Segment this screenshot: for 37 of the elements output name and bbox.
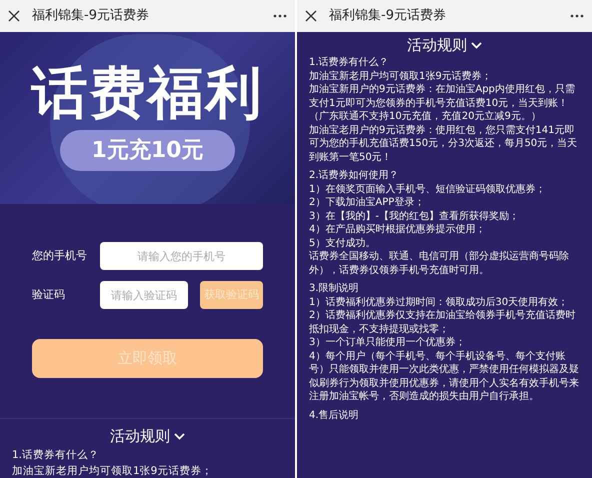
rule-text: 1）话费福利优惠券过期时间：领取成功后30天使用有效；	[309, 296, 570, 309]
field-label: 您的手机号	[32, 248, 88, 264]
rule-text: 2.话费券如何使用？	[309, 169, 400, 182]
field-label: 验证码	[32, 286, 66, 303]
more-icon[interactable]	[570, 14, 584, 18]
banner-headline: 话费福利	[32, 66, 264, 122]
page-title: 福利锦集-9元话费券	[32, 7, 150, 26]
rule-text: 1.话费券有什么？	[309, 56, 390, 70]
rule-text: 3）在【我的】-【我的红包】查看所获得奖励；	[309, 210, 520, 223]
rule-text: 加油宝新老用户均可领取1张9元话费券；	[309, 70, 493, 83]
claim-button[interactable]: 立即领取	[32, 339, 263, 378]
rule-text: 4）每个用户（每个手机号、每个手机设备号、每个支付账号）只能领取并使用一次此类优惠，严禁使用任何模拟器及疑似刷券行为领取并使用优惠券，请使用个人实名有效手机号来注册加油宝帐号，否则造成的损失由用户自行承担。	[309, 350, 580, 404]
rule-text: 3）一个订单只能使用一个优惠券；	[309, 336, 466, 350]
chevron-down-icon[interactable]	[471, 42, 482, 48]
rule-text: 1.话费券有什么？	[12, 448, 100, 463]
more-icon[interactable]	[273, 14, 287, 18]
code-input[interactable]: 请输入验证码	[100, 281, 188, 309]
rule-text: 话费券全国移动、联通、电信可用（部分虚拟运营商号码除外），话费券仅领券手机号充值时可用。	[309, 250, 570, 277]
rules-heading: 活动规则	[110, 426, 170, 447]
rule-text: 加油宝新用户的9元话费券：在加油宝App内使用红包，只需支付1元即可为您领券的手机号充值话费10元，当天到账！（广东联通不支持10元充值，充值20元立减9元。）	[309, 83, 576, 124]
rule-text: 2）话费福利优惠券仅支持在加油宝给领券手机号充值话费时抵扣现金，不支持提现或找零；	[309, 309, 576, 336]
rule-text: 3.限制说明	[309, 282, 360, 296]
rule-text: 加油宝新老用户均可领取1张9元话费券；	[12, 464, 214, 478]
page-title: 福利锦集-9元话费券	[329, 7, 447, 26]
rule-text: 1）在领奖页面输入手机号、短信验证码领取优惠券；	[309, 182, 546, 196]
rule-text: 2）下载加油宝APP登录；	[309, 196, 426, 210]
rule-text: 4.售后说明	[309, 408, 360, 422]
chevron-down-icon[interactable]	[174, 432, 185, 440]
close-icon[interactable]	[305, 10, 317, 22]
close-icon[interactable]	[8, 10, 20, 22]
rules-heading: 活动规则	[407, 34, 467, 56]
phone-input[interactable]: 请输入您的手机号	[100, 242, 263, 270]
rule-text: 加油宝老用户的9元话费券：使用红包，您只需支付141元即可为您的手机充值话费150元，分3次返还，每月50元，当天到账第一笔50元！	[309, 124, 578, 164]
rule-text: 5）支付成功。	[309, 236, 376, 250]
banner-tagline: 1元充10元	[60, 130, 236, 170]
get-code-button[interactable]: 获取验证码	[200, 281, 263, 309]
rule-text: 4）在产品购买时根据优惠券提示使用；	[309, 223, 486, 236]
